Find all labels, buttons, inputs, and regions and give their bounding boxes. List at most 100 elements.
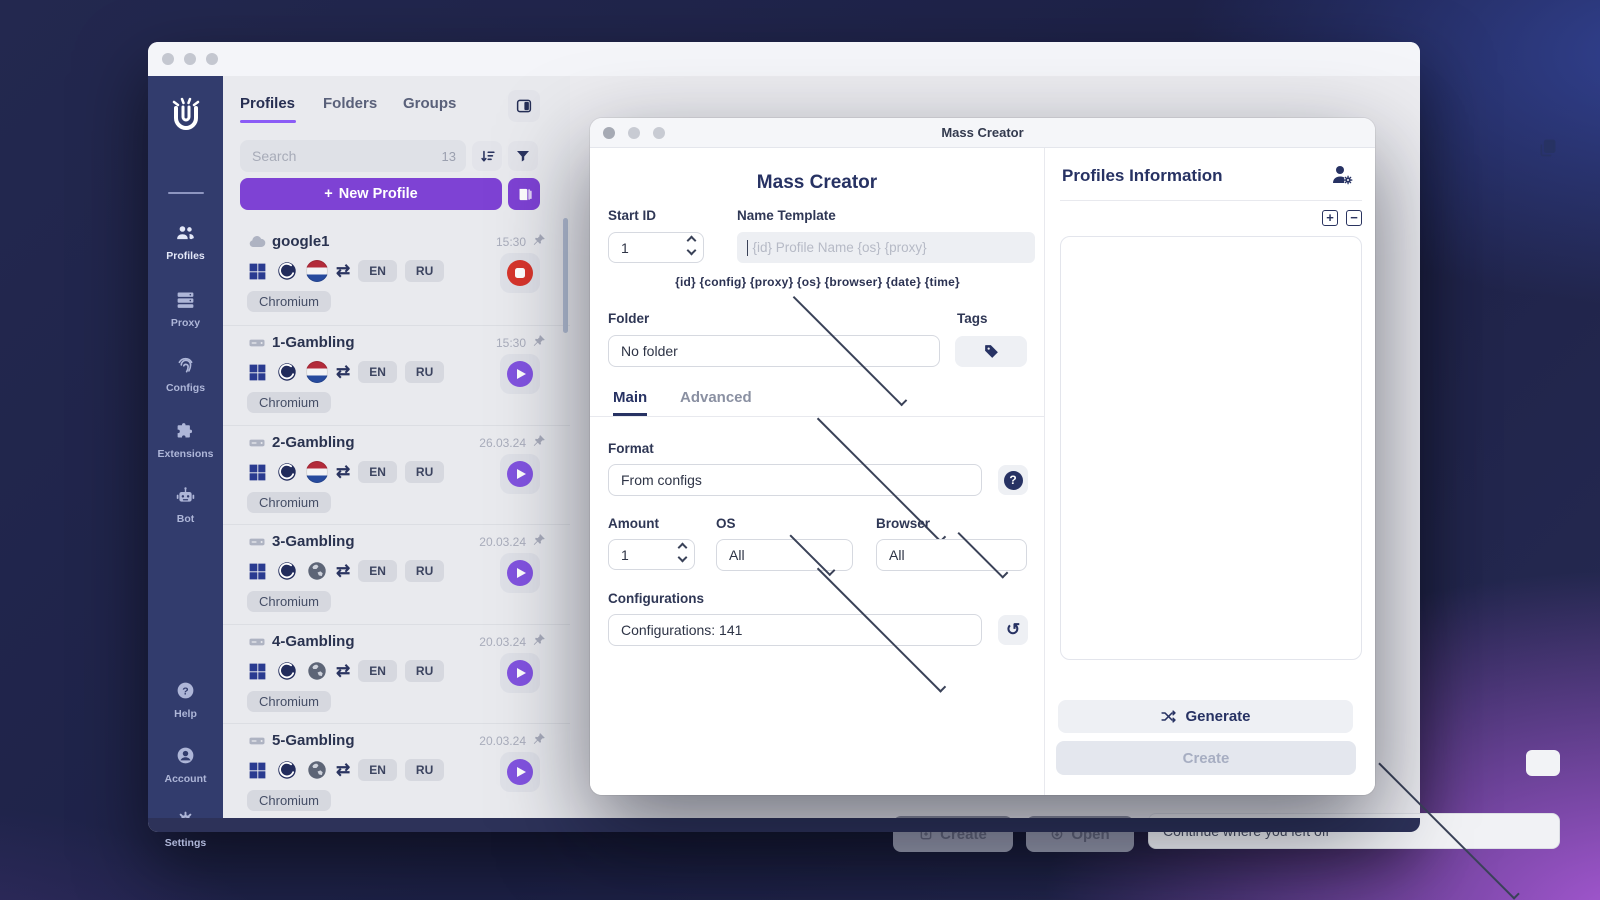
pin-icon[interactable] [532,334,546,348]
globe-icon [308,761,326,779]
pin-icon[interactable] [532,434,546,448]
expand-all-button[interactable]: + [1322,210,1338,226]
person-gear-icon[interactable] [1330,163,1354,187]
profile-name: 2-Gambling [272,434,355,451]
sidebar-item-help[interactable]: ? Help [148,680,223,720]
mass-create-button[interactable] [508,178,540,210]
pin-icon[interactable] [532,533,546,547]
profile-row[interactable]: 4-Gambling 20.03.24 ⇄ EN RU Chromium [223,624,570,724]
copy-icon[interactable] [1538,138,1558,158]
sidebar-item-account[interactable]: Account [148,745,223,785]
generate-button[interactable]: Generate [1058,700,1353,733]
profile-time: 20.03.24 [479,535,526,549]
language-badge: EN [358,759,397,781]
stepper-arrows[interactable] [686,235,697,256]
profile-action-button[interactable] [500,253,540,293]
profile-row[interactable]: 3-Gambling 20.03.24 ⇄ EN RU Chromium [223,524,570,624]
name-template-input[interactable] [737,232,1035,263]
cloud-icon [249,236,266,247]
language-badge: RU [404,660,445,682]
profile-action-button[interactable] [500,653,540,693]
format-help-button[interactable]: ? [998,465,1028,495]
profile-action-button[interactable] [500,454,540,494]
profile-action-button[interactable] [500,354,540,394]
sort-button[interactable] [472,141,502,171]
close-window-button[interactable] [162,53,174,65]
stepper-arrows[interactable] [677,542,688,563]
windows-icon [249,663,266,679]
profiles-information-panel: Profiles Information + − Generate Create [1046,148,1375,795]
search-box[interactable]: 13 [240,140,466,172]
folder-select[interactable]: No folder [608,291,940,407]
refresh-configs-button[interactable]: ↻ [998,615,1028,645]
profiles-icon [177,226,194,240]
format-value: From configs [621,472,702,488]
filter-button[interactable] [508,141,538,171]
window-titlebar[interactable] [148,42,1420,76]
start-id-input[interactable] [608,232,704,263]
list-scrollbar[interactable] [563,218,568,333]
start-id-value[interactable] [619,238,693,257]
os-select[interactable]: All [716,530,853,576]
profile-row[interactable]: 2-Gambling 26.03.24 ⇄ EN RU Chromium [223,425,570,525]
tab-groups[interactable]: Groups [403,95,456,112]
sidebar-item-configs[interactable]: Configs [148,354,223,394]
profiles-panel: Profiles Folders Groups 13 + New Profile [223,76,570,818]
proxy-location-icon [306,660,328,682]
svg-text:?: ? [182,685,188,697]
name-template-value[interactable] [750,239,1025,256]
tab-folders[interactable]: Folders [323,95,377,112]
template-tokens-hint: {id} {config} {proxy} {os} {browser} {da… [675,275,960,289]
windows-icon [249,263,266,279]
globe-icon [308,562,326,580]
folder-value: No folder [621,343,678,359]
mass-creator-heading: Mass Creator [756,172,878,193]
question-icon: ? [1003,470,1023,490]
minimize-window-button[interactable] [184,53,196,65]
profile-action-button[interactable] [500,553,540,593]
sidebar-label: Settings [164,837,207,849]
configurations-select[interactable]: Configurations: 141 [608,563,982,693]
sidebar-item-extensions[interactable]: Extensions [148,420,223,460]
play-icon [507,560,533,586]
tab-advanced[interactable]: Advanced [680,389,752,416]
tab-profiles[interactable]: Profiles [240,95,295,112]
sidebar-label: Account [164,773,207,785]
pin-icon[interactable] [532,233,546,247]
account-icon [177,747,194,764]
browser-select[interactable]: All [876,527,1027,579]
tab-main[interactable]: Main [613,389,648,416]
tags-button[interactable] [955,336,1027,367]
profile-action-button[interactable] [500,752,540,792]
browser-tag: Chromium [247,591,331,612]
profiles-information-heading: Profiles Information [1062,166,1223,185]
shuffle-icon [1161,710,1177,723]
browser-label: Browser [876,516,931,531]
create-button-disabled[interactable]: Create [1056,741,1356,775]
browser-tag: Chromium [247,691,331,712]
filter-icon [517,151,529,162]
collapse-all-button[interactable]: − [1346,210,1362,226]
sidebar-item-proxy[interactable]: Proxy [148,289,223,329]
profile-row[interactable]: google1 15:30 ⇄ EN RU Chromium [223,225,570,325]
profile-row[interactable]: 5-Gambling 20.03.24 ⇄ EN RU Chromium [223,723,570,823]
sidebar-item-bot[interactable]: Bot [148,485,223,525]
amount-value[interactable] [619,545,684,564]
sidebar-label: Configs [165,382,206,394]
language-badge: RU [404,461,445,483]
search-input[interactable] [250,147,442,165]
pin-icon[interactable] [532,732,546,746]
collapse-panel-button[interactable] [508,90,540,122]
amount-input[interactable] [608,539,695,570]
modal-titlebar[interactable]: Mass Creator [590,118,1375,148]
book-icon [519,188,532,200]
mass-creator-form: Mass Creator Start ID Name Template {id}… [590,148,1045,795]
new-profile-button[interactable]: + New Profile [240,178,502,210]
pin-icon[interactable] [532,633,546,647]
maximize-window-button[interactable] [206,53,218,65]
panel-divider [1060,200,1362,201]
profile-row[interactable]: 1-Gambling 15:30 ⇄ EN RU Chromium [223,325,570,425]
sidebar-item-profiles[interactable]: Profiles [148,222,223,262]
format-select[interactable]: From configs [608,413,982,543]
browser-value: All [889,547,905,563]
